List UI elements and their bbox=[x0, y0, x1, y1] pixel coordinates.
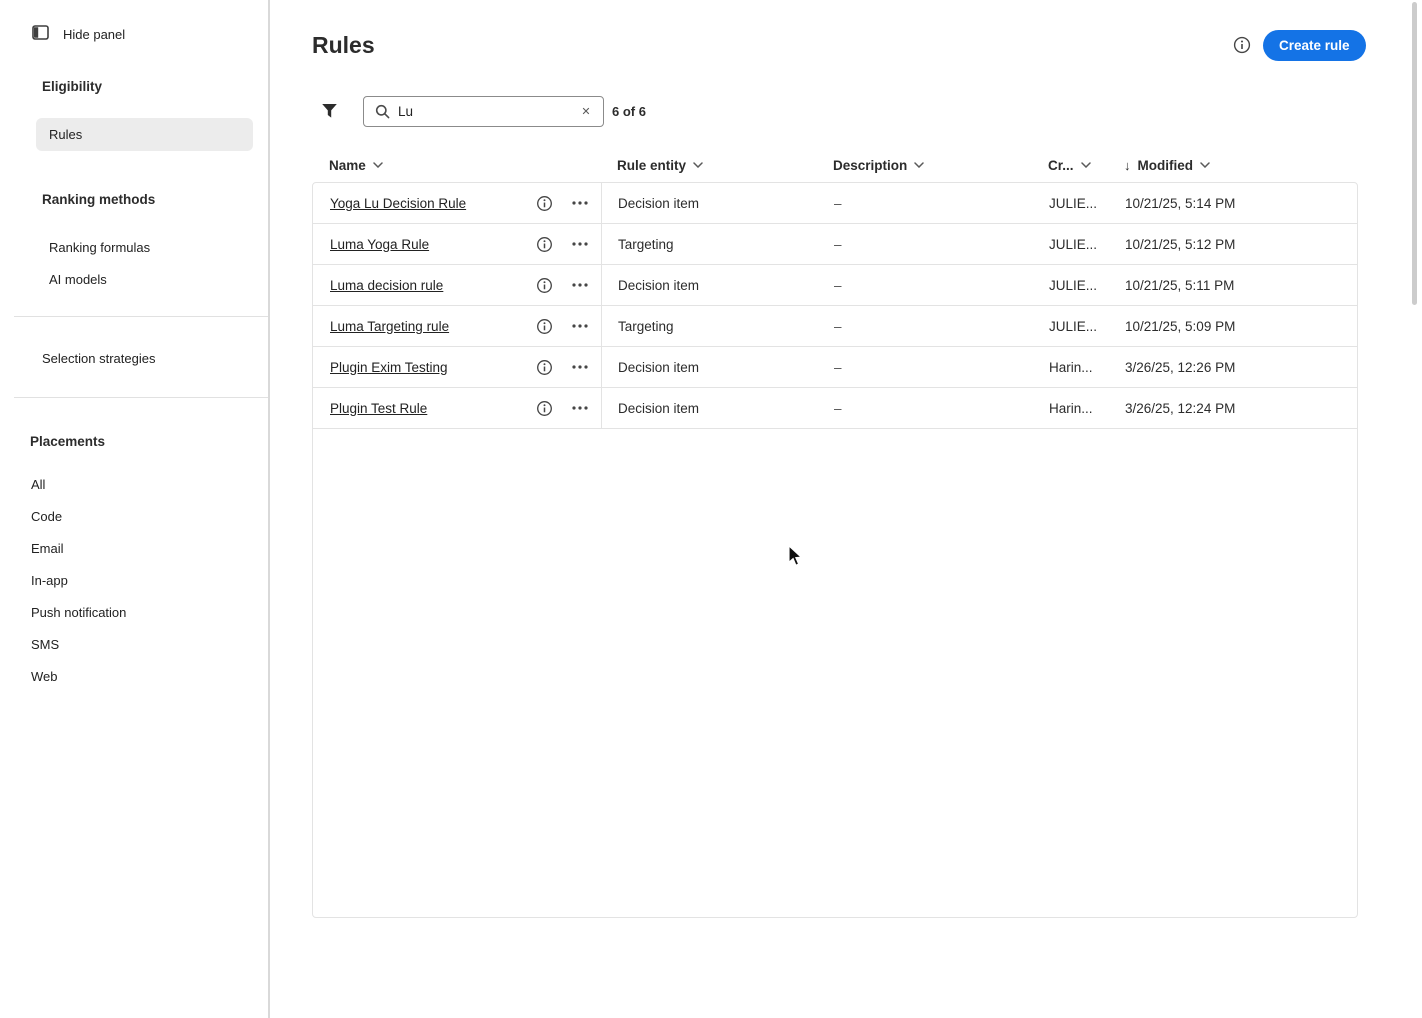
eligibility-heading: Eligibility bbox=[42, 79, 103, 94]
filter-icon[interactable] bbox=[321, 103, 339, 121]
row-info-icon[interactable] bbox=[533, 192, 555, 214]
created-by-cell: JULIE... bbox=[1049, 277, 1098, 293]
description-cell: – bbox=[834, 400, 842, 416]
row-more-actions-icon[interactable] bbox=[569, 233, 591, 255]
search-box: ✕ bbox=[363, 96, 604, 127]
created-by-cell: JULIE... bbox=[1049, 236, 1098, 252]
chevron-down-icon bbox=[693, 162, 703, 168]
row-info-icon[interactable] bbox=[533, 315, 555, 337]
rules-table: Yoga Lu Decision Rule Decision item – JU… bbox=[312, 182, 1358, 918]
ranking-methods-heading: Ranking methods bbox=[42, 192, 156, 207]
row-info-icon[interactable] bbox=[533, 233, 555, 255]
table-row[interactable]: Plugin Exim Testing Decision item – Hari… bbox=[313, 347, 1357, 388]
description-cell: – bbox=[834, 359, 842, 375]
row-more-actions-icon[interactable] bbox=[569, 274, 591, 296]
hide-panel-label: Hide panel bbox=[63, 26, 126, 42]
left-panel: Hide panel Eligibility Rules Ranking met… bbox=[0, 0, 270, 1018]
description-cell: – bbox=[834, 236, 842, 252]
sidebar-divider bbox=[14, 397, 268, 398]
row-more-actions-icon[interactable] bbox=[569, 397, 591, 419]
sidebar-item-selection-strategies[interactable]: Selection strategies bbox=[0, 351, 268, 367]
modified-cell: 10/21/25, 5:11 PM bbox=[1125, 277, 1235, 293]
created-by-cell: Harin... bbox=[1049, 400, 1093, 416]
rule-entity-cell: Targeting bbox=[618, 318, 674, 334]
create-rule-button[interactable]: Create rule bbox=[1263, 30, 1366, 61]
modified-cell: 10/21/25, 5:09 PM bbox=[1125, 318, 1236, 334]
description-cell: – bbox=[834, 195, 842, 211]
rule-name-link[interactable]: Luma decision rule bbox=[330, 278, 519, 293]
table-row[interactable]: Yoga Lu Decision Rule Decision item – JU… bbox=[313, 183, 1357, 224]
row-more-actions-icon[interactable] bbox=[569, 192, 591, 214]
rule-name-link[interactable]: Yoga Lu Decision Rule bbox=[330, 196, 519, 211]
chevron-down-icon bbox=[373, 162, 383, 168]
scrollbar-thumb[interactable] bbox=[1412, 2, 1417, 305]
sidebar-item-push-notification[interactable]: Push notification bbox=[0, 605, 268, 621]
table-row[interactable]: Plugin Test Rule Decision item – Harin..… bbox=[313, 388, 1357, 429]
row-info-icon[interactable] bbox=[533, 397, 555, 419]
info-icon[interactable] bbox=[1233, 36, 1251, 54]
sidebar-item-ai-models[interactable]: AI models bbox=[0, 272, 268, 288]
table-row[interactable]: Luma Yoga Rule Targeting – JULIE... 10/2… bbox=[313, 224, 1357, 265]
modified-cell: 3/26/25, 12:24 PM bbox=[1125, 400, 1236, 416]
rule-entity-cell: Targeting bbox=[618, 236, 674, 252]
panel-icon bbox=[32, 25, 49, 43]
sidebar-item-all[interactable]: All bbox=[0, 477, 268, 493]
sidebar-divider bbox=[14, 316, 268, 317]
result-count: 6 of 6 bbox=[612, 104, 646, 119]
row-info-icon[interactable] bbox=[533, 274, 555, 296]
placements-heading: Placements bbox=[30, 434, 106, 449]
modified-cell: 10/21/25, 5:14 PM bbox=[1125, 195, 1236, 211]
hide-panel-button[interactable]: Hide panel bbox=[0, 0, 268, 43]
modified-cell: 3/26/25, 12:26 PM bbox=[1125, 359, 1236, 375]
rule-name-link[interactable]: Luma Yoga Rule bbox=[330, 237, 519, 252]
sidebar-item-in-app[interactable]: In-app bbox=[0, 573, 268, 589]
column-header-created-by[interactable]: Cr... bbox=[1032, 148, 1112, 182]
column-label: Rule entity bbox=[617, 157, 687, 173]
page-title: Rules bbox=[312, 32, 375, 58]
sort-descending-icon: ↓ bbox=[1124, 157, 1131, 173]
clear-search-icon[interactable]: ✕ bbox=[578, 104, 594, 120]
sidebar-item-email[interactable]: Email bbox=[0, 541, 268, 557]
rule-entity-cell: Decision item bbox=[618, 359, 700, 375]
search-input[interactable] bbox=[364, 97, 603, 126]
column-label: Modified bbox=[1137, 157, 1194, 173]
table-row[interactable]: Luma Targeting rule Targeting – JULIE...… bbox=[313, 306, 1357, 347]
rule-name-link[interactable]: Plugin Exim Testing bbox=[330, 360, 519, 375]
description-cell: – bbox=[834, 277, 842, 293]
column-header-name[interactable]: Name bbox=[312, 148, 601, 182]
column-header-modified[interactable]: ↓ Modified bbox=[1112, 148, 1358, 182]
rule-entity-cell: Decision item bbox=[618, 400, 700, 416]
column-label: Description bbox=[833, 157, 908, 173]
created-by-cell: Harin... bbox=[1049, 359, 1093, 375]
sidebar-item-ranking-formulas[interactable]: Ranking formulas bbox=[0, 240, 268, 256]
column-header-description[interactable]: Description bbox=[817, 148, 1032, 182]
table-header: Name Rule entity Description Cr... ↓ Mod… bbox=[312, 148, 1358, 182]
chevron-down-icon bbox=[1080, 162, 1091, 168]
rule-name-link[interactable]: Plugin Test Rule bbox=[330, 401, 519, 416]
chevron-down-icon bbox=[1200, 162, 1210, 168]
row-more-actions-icon[interactable] bbox=[569, 315, 591, 337]
chevron-down-icon bbox=[914, 162, 925, 168]
column-label: Name bbox=[329, 157, 366, 173]
row-more-actions-icon[interactable] bbox=[569, 356, 591, 378]
modified-cell: 10/21/25, 5:12 PM bbox=[1125, 236, 1236, 252]
column-header-rule-entity[interactable]: Rule entity bbox=[601, 148, 817, 182]
row-info-icon[interactable] bbox=[533, 356, 555, 378]
rule-name-link[interactable]: Luma Targeting rule bbox=[330, 319, 519, 334]
sidebar-item-rules[interactable]: Rules bbox=[36, 118, 253, 151]
rule-entity-cell: Decision item bbox=[618, 195, 700, 211]
column-label: Cr... bbox=[1048, 157, 1074, 173]
description-cell: – bbox=[834, 318, 842, 334]
created-by-cell: JULIE... bbox=[1049, 318, 1098, 334]
sidebar-item-sms[interactable]: SMS bbox=[0, 637, 268, 653]
created-by-cell: JULIE... bbox=[1049, 195, 1098, 211]
rule-entity-cell: Decision item bbox=[618, 277, 700, 293]
sidebar-item-web[interactable]: Web bbox=[0, 669, 268, 685]
sidebar-item-code[interactable]: Code bbox=[0, 509, 268, 525]
table-row[interactable]: Luma decision rule Decision item – JULIE… bbox=[313, 265, 1357, 306]
